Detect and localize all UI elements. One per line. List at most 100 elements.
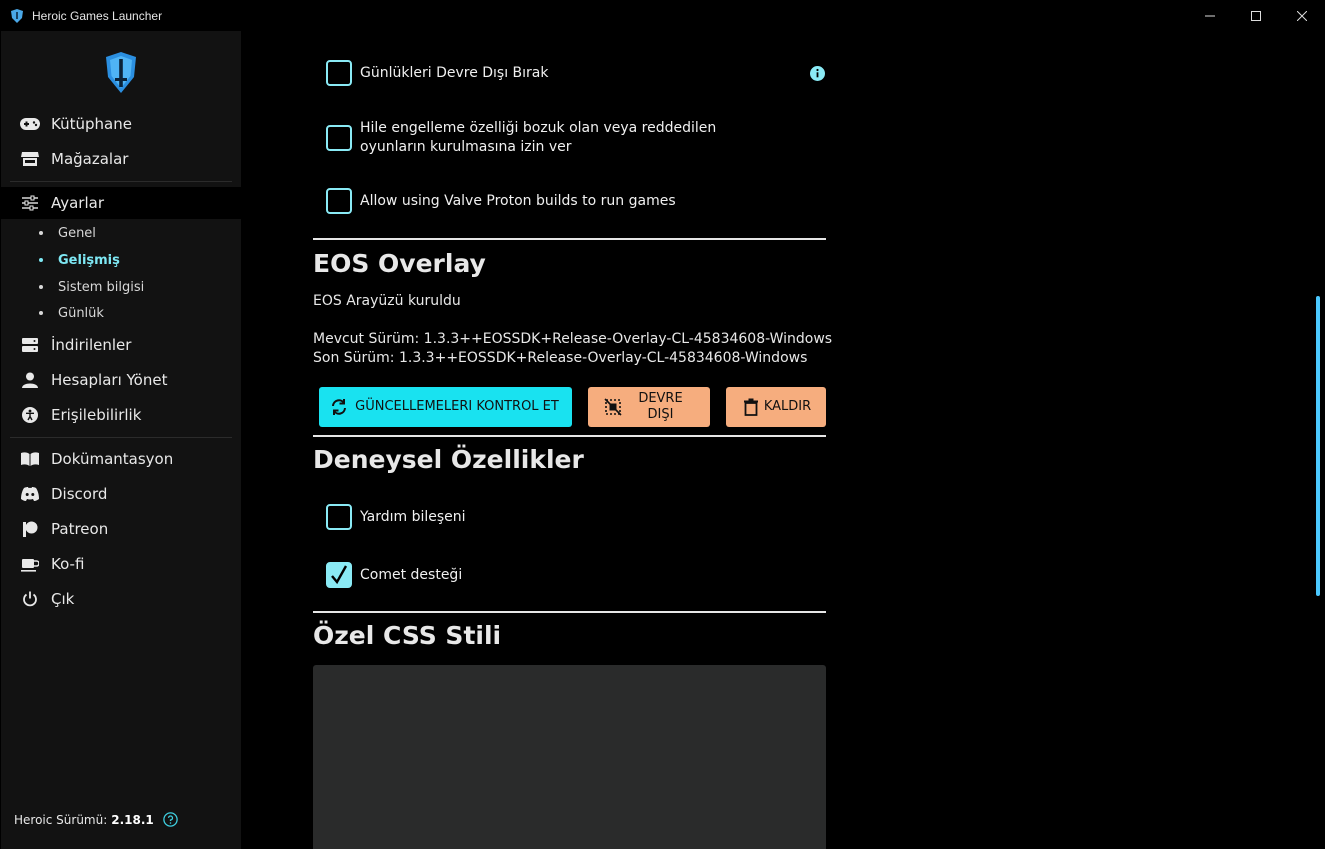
checkbox-valve-proton-label: Allow using Valve Proton builds to run g… bbox=[360, 192, 676, 209]
remove-button[interactable]: KALDIR bbox=[726, 387, 826, 427]
nav-stores[interactable]: Mağazalar bbox=[1, 143, 241, 175]
checkbox-comet-support-label: Comet desteği bbox=[360, 566, 463, 583]
close-icon bbox=[1297, 10, 1307, 21]
check-updates-button[interactable]: GÜNCELLEMELERI KONTROL ET bbox=[319, 387, 572, 427]
custom-css-textarea[interactable] bbox=[313, 665, 826, 849]
nav-kofi[interactable]: Ko-fi bbox=[1, 548, 241, 580]
eos-overlay-title: EOS Overlay bbox=[313, 249, 486, 278]
eos-current-version: Mevcut Sürüm: 1.3.3++EOSSDK+Release-Over… bbox=[313, 331, 833, 347]
checkbox-box[interactable] bbox=[326, 188, 352, 214]
settings-sub-system-info-label: Sistem bilgisi bbox=[58, 279, 145, 295]
bullet-icon bbox=[39, 258, 43, 262]
nav-quit-label: Çık bbox=[51, 590, 75, 608]
discord-icon bbox=[20, 484, 40, 504]
eos-latest-version: Son Sürüm: 1.3.3++EOSSDK+Release-Overlay… bbox=[313, 350, 808, 366]
nav-accessibility[interactable]: Erişilebilirlik bbox=[1, 399, 241, 431]
section-divider bbox=[313, 435, 826, 437]
nav-library-label: Kütüphane bbox=[51, 115, 132, 133]
nav-library[interactable]: Kütüphane bbox=[1, 108, 241, 140]
accessibility-icon bbox=[20, 405, 40, 425]
settings-advanced-panel: Günlükleri Devre Dışı Bırak Hile engelle… bbox=[241, 31, 1325, 849]
nav-settings-label: Ayarlar bbox=[51, 194, 105, 212]
nav-settings[interactable]: Ayarlar bbox=[1, 187, 241, 219]
sliders-icon bbox=[20, 193, 40, 213]
nav-documentation[interactable]: Dokümantasyon bbox=[1, 443, 241, 475]
checkbox-comet-support[interactable]: Comet desteği bbox=[326, 562, 462, 588]
book-icon bbox=[20, 449, 40, 469]
checkbox-box[interactable] bbox=[326, 60, 352, 86]
nav-stores-label: Mağazalar bbox=[51, 150, 129, 168]
settings-sub-advanced-label: Gelişmiş bbox=[58, 252, 120, 268]
info-icon[interactable] bbox=[810, 66, 825, 81]
nav-discord-label: Discord bbox=[51, 485, 108, 503]
close-button[interactable] bbox=[1279, 0, 1325, 31]
coffee-icon bbox=[20, 554, 40, 574]
settings-sub-system-info[interactable]: Sistem bilgisi bbox=[39, 277, 144, 297]
nav-patreon[interactable]: Patreon bbox=[1, 513, 241, 545]
nav-quit[interactable]: Çık bbox=[1, 583, 241, 615]
minimize-button[interactable] bbox=[1187, 0, 1233, 31]
disable-button[interactable]: DEVRE DIŞI bbox=[588, 387, 710, 427]
refresh-icon bbox=[332, 399, 346, 415]
user-icon bbox=[20, 370, 40, 390]
checkbox-allow-anticheat-games-label: Hile engelleme özelliği bozuk olan veya … bbox=[360, 120, 717, 155]
maximize-button[interactable] bbox=[1233, 0, 1279, 31]
heroic-logo-icon[interactable] bbox=[104, 51, 138, 95]
server-icon bbox=[20, 335, 40, 355]
maximize-icon bbox=[1251, 10, 1261, 21]
version-info: Heroic Sürümü: 2.18.1 bbox=[14, 812, 178, 827]
patreon-icon bbox=[20, 519, 40, 539]
gamepad-icon bbox=[20, 114, 40, 134]
nav-patreon-label: Patreon bbox=[51, 520, 109, 538]
checkbox-disable-logs[interactable]: Günlükleri Devre Dışı Bırak bbox=[326, 60, 549, 86]
scrollbar-thumb[interactable] bbox=[1316, 296, 1320, 596]
settings-sub-general-label: Genel bbox=[58, 225, 96, 241]
check-updates-label: GÜNCELLEMELERI KONTROL ET bbox=[355, 399, 559, 414]
checkbox-box[interactable] bbox=[326, 504, 352, 530]
checkbox-disable-logs-label: Günlükleri Devre Dışı Bırak bbox=[360, 64, 549, 81]
checkbox-box[interactable] bbox=[326, 125, 352, 151]
trash-icon bbox=[743, 398, 758, 416]
section-divider bbox=[313, 238, 826, 240]
version-value: 2.18.1 bbox=[111, 812, 154, 827]
window-title: Heroic Games Launcher bbox=[32, 8, 163, 23]
settings-sub-log[interactable]: Günlük bbox=[39, 303, 104, 323]
nav-downloads-label: İndirilenler bbox=[51, 336, 132, 354]
sidebar-divider bbox=[10, 181, 232, 182]
bullet-icon bbox=[39, 231, 43, 235]
remove-label: KALDIR bbox=[763, 399, 812, 414]
sidebar: Kütüphane Mağazalar Ayarlar Genel Gelişm… bbox=[1, 31, 241, 849]
power-icon bbox=[20, 589, 40, 609]
nav-accounts[interactable]: Hesapları Yönet bbox=[1, 364, 241, 396]
checkbox-help-component-label: Yardım bileşeni bbox=[360, 508, 466, 525]
section-divider bbox=[313, 611, 826, 613]
bullet-icon bbox=[39, 285, 43, 289]
sidebar-divider bbox=[10, 437, 232, 438]
disable-label: DEVRE DIŞI bbox=[638, 391, 683, 422]
checkbox-box-checked[interactable] bbox=[326, 562, 352, 588]
checkmark-icon bbox=[331, 565, 348, 585]
minimize-icon bbox=[1205, 15, 1215, 16]
experimental-title: Deneysel Özellikler bbox=[313, 445, 584, 474]
settings-sub-advanced[interactable]: Gelişmiş bbox=[39, 250, 120, 270]
nav-documentation-label: Dokümantasyon bbox=[51, 450, 174, 468]
checkbox-help-component[interactable]: Yardım bileşeni bbox=[326, 504, 466, 530]
checkbox-valve-proton[interactable]: Allow using Valve Proton builds to run g… bbox=[326, 188, 676, 214]
nav-accounts-label: Hesapları Yönet bbox=[51, 371, 168, 389]
nav-discord[interactable]: Discord bbox=[1, 478, 241, 510]
help-circle-icon[interactable] bbox=[163, 812, 178, 827]
nav-accessibility-label: Erişilebilirlik bbox=[51, 406, 142, 424]
eos-status: EOS Arayüzü kuruldu bbox=[313, 293, 461, 309]
version-label: Heroic Sürümü: bbox=[14, 812, 108, 827]
custom-css-title: Özel CSS Stili bbox=[313, 621, 502, 650]
bullet-icon bbox=[39, 311, 43, 315]
disable-overlay-icon bbox=[603, 398, 622, 416]
heroic-app-icon bbox=[11, 8, 23, 23]
checkbox-allow-anticheat-games[interactable]: Hile engelleme özelliği bozuk olan veya … bbox=[326, 119, 786, 157]
settings-sub-general[interactable]: Genel bbox=[39, 223, 96, 243]
nav-downloads[interactable]: İndirilenler bbox=[1, 329, 241, 361]
store-icon bbox=[20, 149, 40, 169]
settings-sub-log-label: Günlük bbox=[58, 305, 104, 321]
title-bar: Heroic Games Launcher bbox=[0, 0, 1325, 31]
nav-kofi-label: Ko-fi bbox=[51, 555, 85, 573]
